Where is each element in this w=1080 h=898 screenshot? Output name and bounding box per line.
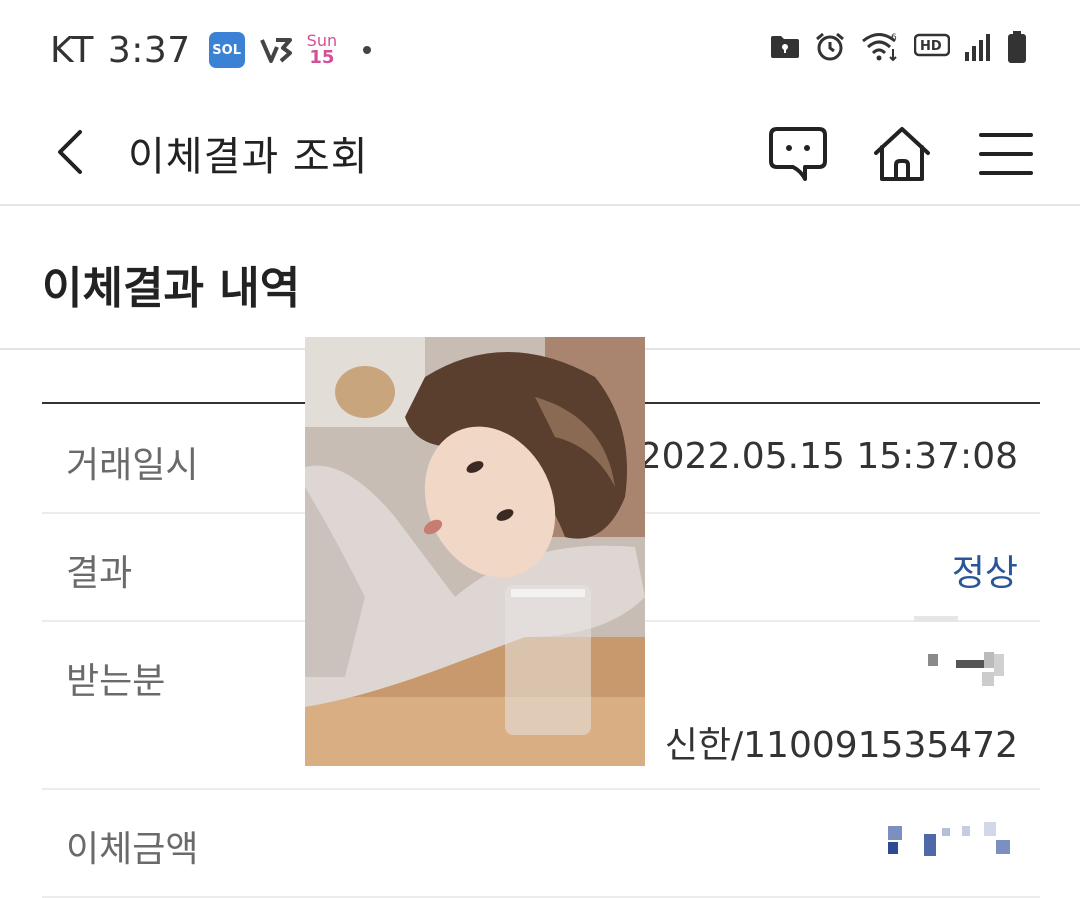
status-bar: KT 3:37 SOL Sun 15 6 HD <box>0 0 1080 100</box>
wifi-icon: 6 <box>862 33 897 62</box>
v3-app-icon <box>259 38 292 63</box>
carrier-label: KT <box>50 29 94 71</box>
app-actions <box>764 120 1040 188</box>
recipient-name-redacted <box>898 616 1018 696</box>
more-notifications-dot-icon <box>363 46 372 54</box>
status-left: KT 3:37 SOL Sun 15 <box>50 29 372 71</box>
detail-row-amount: 이체금액 <box>42 790 1040 898</box>
menu-button[interactable] <box>972 120 1040 188</box>
status-right: 6 HD <box>770 30 1028 64</box>
section-heading: 이체결과 내역 <box>42 263 301 314</box>
back-chevron-icon <box>58 130 82 174</box>
page-title: 이체결과 조회 <box>128 134 369 180</box>
folder-lock-icon <box>771 36 799 58</box>
battery-icon <box>1008 31 1026 63</box>
result-label: 결과 <box>66 553 133 594</box>
chat-button[interactable] <box>764 120 832 188</box>
amount-label: 이체금액 <box>66 829 199 870</box>
calendar-date: 15 <box>309 47 335 68</box>
svg-text:HD: HD <box>920 39 942 54</box>
clock: 3:37 <box>107 29 191 71</box>
amount-value-redacted <box>888 822 1018 862</box>
home-button[interactable] <box>868 120 936 188</box>
sol-app-icon: SOL <box>208 32 245 68</box>
screen: KT 3:37 SOL Sun 15 6 HD 이체결과 조회 이체결과 내역 … <box>0 0 1080 898</box>
overlay-photo <box>305 337 645 766</box>
recipient-account: 신한/110091535472 <box>664 725 1018 766</box>
home-icon <box>874 127 930 181</box>
date-value: 2022.05.15 15:37:08 <box>638 436 1018 477</box>
app-bar: 이체결과 조회 <box>0 100 1080 206</box>
recipient-label: 받는분 <box>66 661 166 702</box>
calendar-icon: Sun 15 <box>307 33 337 67</box>
svg-text:6: 6 <box>891 33 897 43</box>
alarm-icon <box>816 32 844 61</box>
hd-icon: HD <box>914 33 950 57</box>
sol-badge-label: SOL <box>212 42 241 58</box>
date-label: 거래일시 <box>66 445 199 486</box>
menu-icon <box>979 133 1033 175</box>
chat-icon <box>769 127 827 181</box>
signal-icon <box>965 34 990 61</box>
portrait-illustration <box>305 337 645 766</box>
result-value: 정상 <box>951 553 1018 594</box>
back-button[interactable] <box>48 122 92 182</box>
